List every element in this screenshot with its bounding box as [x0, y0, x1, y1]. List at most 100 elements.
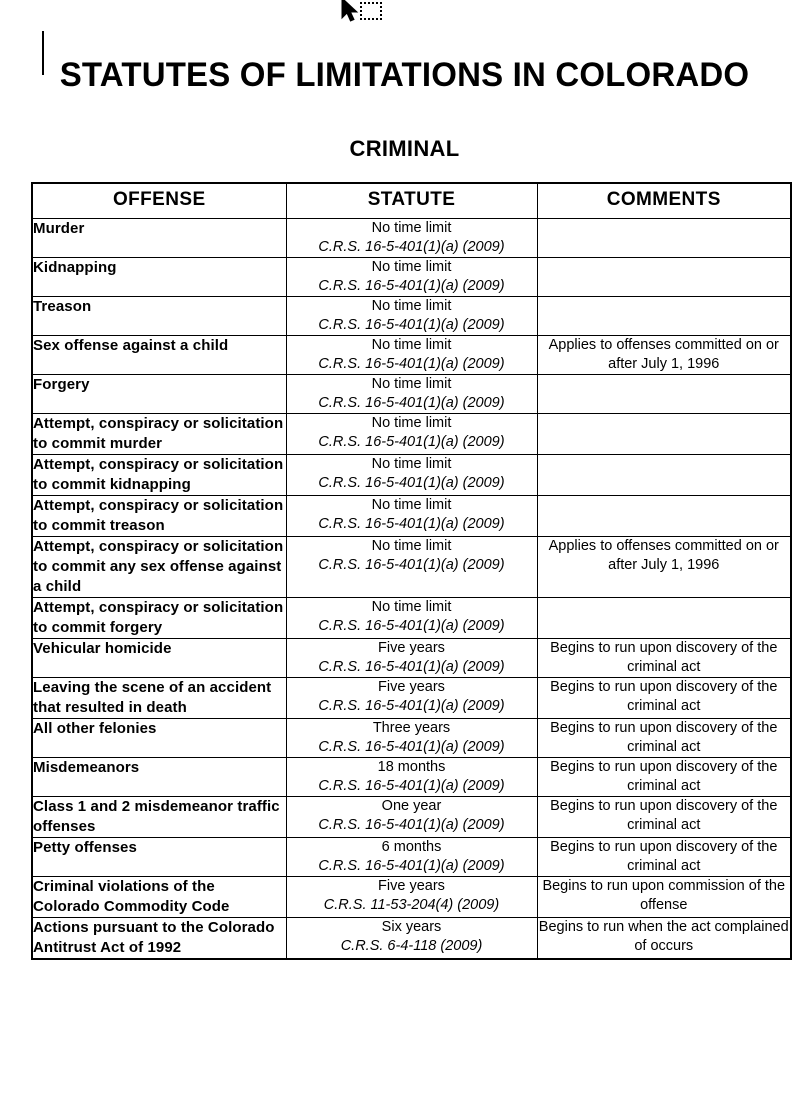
statute-term: 18 months: [377, 759, 446, 775]
cell-offense: Class 1 and 2 misdemeanor traffic offens…: [31, 796, 287, 838]
table-header-row: OFFENSE STATUTE COMMENTS: [31, 182, 792, 219]
statute-citation: C.R.S. 16-5-401(1)(a) (2009): [318, 356, 505, 372]
statute-citation: C.R.S. 16-5-401(1)(a) (2009): [318, 434, 505, 450]
cell-comments: Begins to run upon discovery of the crim…: [536, 837, 792, 877]
statute-term: Five years: [378, 679, 445, 695]
cell-offense: Actions pursuant to the Colorado Antitru…: [31, 917, 287, 960]
statute-term: No time limit: [371, 599, 452, 615]
statute-citation: C.R.S. 16-5-401(1)(a) (2009): [318, 239, 505, 255]
statute-citation: C.R.S. 16-5-401(1)(a) (2009): [318, 475, 505, 491]
cell-offense: Treason: [31, 296, 287, 336]
cell-offense: Misdemeanors: [31, 757, 287, 797]
table-row: Vehicular homicide Five years C.R.S. 16-5-…: [31, 638, 792, 678]
cell-statute: No time limit C.R.S. 16-5-401(1)(a) (2009…: [285, 597, 538, 639]
statute-term: Six years: [381, 919, 442, 935]
statutes-of-limitations-table: OFFENSE STATUTE COMMENTS Murder No time l…: [31, 182, 792, 960]
comment-note: Begins to run upon discovery of the crim…: [550, 798, 778, 833]
comment-note: Begins to run upon discovery of the crim…: [550, 759, 778, 794]
comment-note: Begins to run upon commission of the off…: [542, 878, 786, 913]
cell-statute: One year C.R.S. 16-5-401(1)(a) (2009): [285, 796, 538, 838]
cell-statute: Five years C.R.S. 16-5-401(1)(a) (2009): [285, 677, 538, 719]
cell-comments: Begins to run when the act complained of…: [536, 917, 792, 960]
cell-offense: Kidnapping: [31, 257, 287, 297]
cell-statute: No time limit C.R.S. 16-5-401(1)(a) (2009…: [285, 335, 538, 375]
table-row: Attempt, conspiracy or solicitation to c…: [31, 413, 792, 455]
cell-offense: Attempt, conspiracy or solicitation to c…: [31, 536, 287, 598]
dotted-selection-square-icon: [360, 2, 382, 20]
table-row: Petty offenses 6 months C.R.S. 16-5-401(1)…: [31, 837, 792, 877]
statute-term: No time limit: [371, 376, 452, 392]
cell-offense: Attempt, conspiracy or solicitation to c…: [31, 454, 287, 496]
cell-comments: [536, 597, 792, 639]
cell-comments: Begins to run upon discovery of the crim…: [536, 638, 792, 678]
statute-term: No time limit: [371, 337, 452, 353]
statute-citation: C.R.S. 16-5-401(1)(a) (2009): [318, 557, 505, 573]
comment-note: Begins to run when the act complained of…: [538, 919, 789, 954]
statute-citation: C.R.S. 16-5-401(1)(a) (2009): [318, 739, 505, 755]
statute-term: 6 months: [381, 839, 442, 855]
table-header: OFFENSE STATUTE COMMENTS: [31, 182, 792, 219]
cell-offense: Forgery: [31, 374, 287, 414]
statute-citation: C.R.S. 16-5-401(1)(a) (2009): [318, 317, 505, 333]
statute-citation: C.R.S. 16-5-401(1)(a) (2009): [318, 778, 505, 794]
statute-term: No time limit: [371, 259, 452, 275]
table-row: Attempt, conspiracy or solicitation to c…: [31, 495, 792, 537]
cell-offense: Murder: [31, 218, 287, 258]
statute-citation: C.R.S. 11-53-204(4) (2009): [323, 897, 500, 913]
table-row: Forgery No time limit C.R.S. 16-5-401(1)(a…: [31, 374, 792, 414]
statute-term: Five years: [378, 878, 445, 894]
table-row: Treason No time limit C.R.S. 16-5-401(1)(a…: [31, 296, 792, 336]
cell-comments: Begins to run upon discovery of the crim…: [536, 796, 792, 838]
table-row: Criminal violations of the Colorado Comm…: [31, 876, 792, 918]
comment-note: Begins to run upon discovery of the crim…: [550, 679, 778, 714]
cell-comments: [536, 257, 792, 297]
statute-citation: C.R.S. 16-5-401(1)(a) (2009): [318, 817, 505, 833]
statute-term: One year: [381, 798, 442, 814]
table-row: Misdemeanors 18 months C.R.S. 16-5-401(1)(…: [31, 757, 792, 797]
statute-term: Three years: [372, 720, 451, 736]
table-row: Actions pursuant to the Colorado Antitru…: [31, 917, 792, 960]
column-header-statute: STATUTE: [285, 182, 538, 219]
cell-comments: Applies to offenses committed on or afte…: [536, 536, 792, 598]
cell-comments: Begins to run upon discovery of the crim…: [536, 757, 792, 797]
table-row: Attempt, conspiracy or solicitation to c…: [31, 536, 792, 598]
comment-note: Applies to offenses committed on or afte…: [548, 337, 779, 372]
cell-statute: Five years C.R.S. 16-5-401(1)(a) (2009): [285, 638, 538, 678]
statute-citation: C.R.S. 16-5-401(1)(a) (2009): [318, 858, 505, 874]
cell-statute: No time limit C.R.S. 16-5-401(1)(a) (2009…: [285, 495, 538, 537]
statute-term: No time limit: [371, 456, 452, 472]
cell-offense: Attempt, conspiracy or solicitation to c…: [31, 597, 287, 639]
statute-citation: C.R.S. 16-5-401(1)(a) (2009): [318, 698, 505, 714]
statute-term: No time limit: [371, 415, 452, 431]
section-subtitle: CRIMINAL: [349, 136, 460, 162]
cell-offense: Leaving the scene of an accident that re…: [31, 677, 287, 719]
cell-offense: Attempt, conspiracy or solicitation to c…: [31, 413, 287, 455]
cell-statute: No time limit C.R.S. 16-5-401(1)(a) (2009…: [285, 296, 538, 336]
cell-offense: Petty offenses: [31, 837, 287, 877]
cell-offense: Sex offense against a child: [31, 335, 287, 375]
statute-term: No time limit: [371, 497, 452, 513]
statute-citation: C.R.S. 16-5-401(1)(a) (2009): [318, 516, 505, 532]
table-row: Class 1 and 2 misdemeanor traffic offens…: [31, 796, 792, 838]
page-title: STATUTES OF LIMITATIONS IN COLORADO: [59, 55, 750, 94]
cell-comments: Applies to offenses committed on or afte…: [536, 335, 792, 375]
statute-term: No time limit: [371, 298, 452, 314]
table-row: Sex offense against a child No time limit…: [31, 335, 792, 375]
cell-statute: No time limit C.R.S. 16-5-401(1)(a) (2009…: [285, 454, 538, 496]
statute-citation: C.R.S. 16-5-401(1)(a) (2009): [318, 278, 505, 294]
cell-comments: Begins to run upon commission of the off…: [536, 876, 792, 918]
cell-offense: Vehicular homicide: [31, 638, 287, 678]
cell-offense: Attempt, conspiracy or solicitation to c…: [31, 495, 287, 537]
statute-citation: C.R.S. 16-5-401(1)(a) (2009): [318, 395, 505, 411]
column-header-comments: COMMENTS: [536, 182, 792, 219]
cell-statute: No time limit C.R.S. 16-5-401(1)(a) (2009…: [285, 536, 538, 598]
statute-citation: C.R.S. 16-5-401(1)(a) (2009): [318, 659, 505, 675]
table-row: All other felonies Three years C.R.S. 16-5…: [31, 718, 792, 758]
table-row: Kidnapping No time limit C.R.S. 16-5-401(1…: [31, 257, 792, 297]
cell-statute: Three years C.R.S. 16-5-401(1)(a) (2009): [285, 718, 538, 758]
comment-note: Begins to run upon discovery of the crim…: [550, 640, 778, 675]
comment-note: Begins to run upon discovery of the crim…: [550, 720, 778, 755]
comment-note: Begins to run upon discovery of the crim…: [550, 839, 778, 874]
cell-comments: Begins to run upon discovery of the crim…: [536, 718, 792, 758]
statute-term: Five years: [378, 640, 445, 656]
